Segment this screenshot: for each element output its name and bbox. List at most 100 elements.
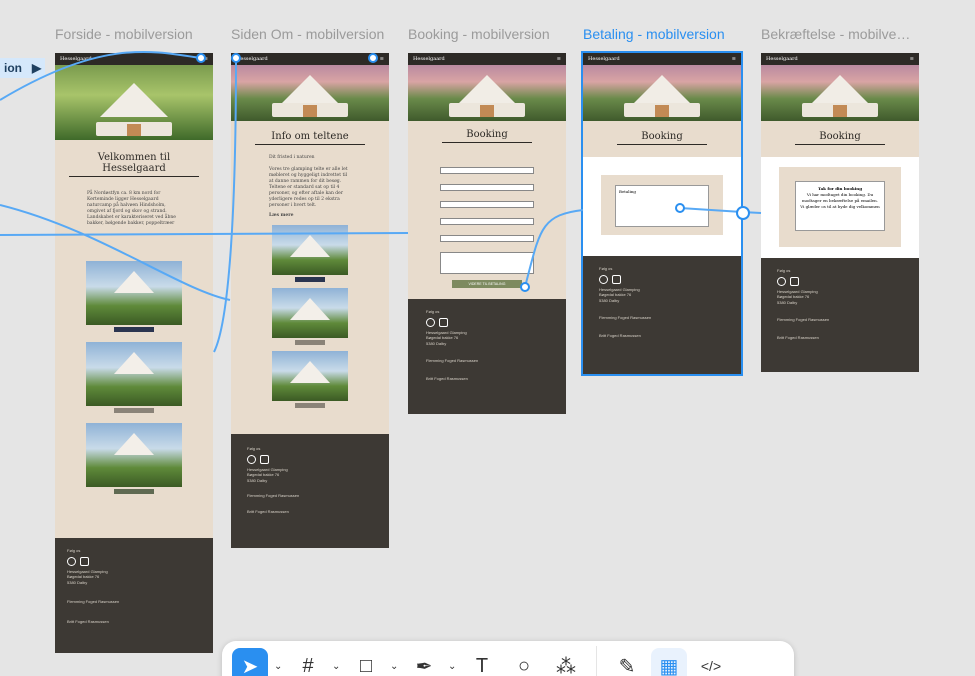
toolbar-divider xyxy=(596,646,597,676)
footer-person1: Flemming Foged Rasmussen xyxy=(426,358,479,363)
confirm-text: Vi har modtaget din booking. Du modtager… xyxy=(800,192,880,209)
footer-person1: Flemming Foged Rasmussen xyxy=(67,599,120,604)
facebook-icon[interactable] xyxy=(247,454,256,464)
menu-icon: ≡ xyxy=(909,56,914,62)
shape-tool-icon[interactable]: □ xyxy=(348,648,384,676)
footer-person2: Britt Foged Rasmussen xyxy=(599,332,641,338)
instagram-icon[interactable] xyxy=(612,274,621,284)
nav-bar: Hesselgaard≡ xyxy=(408,53,566,65)
tent-image-2 xyxy=(272,288,348,338)
frame-title-om[interactable]: Siden Om - mobilversion xyxy=(231,26,387,42)
confirm-box: Tak for din booking Vi har modtaget din … xyxy=(779,167,901,247)
payment-card[interactable]: Betaling xyxy=(615,185,709,227)
footer-person2: Britt Foged Rasmussen xyxy=(247,508,289,514)
chevron-down-icon[interactable]: ⌄ xyxy=(448,661,458,672)
move-tool-icon[interactable]: ➤ xyxy=(232,648,268,676)
menu-icon: ≡ xyxy=(556,56,561,62)
footer: Følg os Hesselgaard Glamping Bøgedal bak… xyxy=(761,258,919,372)
frame-title-forside[interactable]: Forside - mobilversion xyxy=(55,26,211,42)
form-field-4[interactable] xyxy=(440,218,534,225)
frame-title-bekraeftelse[interactable]: Bekræftelse - mobilversion xyxy=(761,26,911,42)
logo: Hesselgaard xyxy=(766,56,798,62)
comment-tool-icon[interactable]: ○ xyxy=(506,648,542,676)
heading-band: Booking xyxy=(583,121,741,157)
facebook-icon[interactable] xyxy=(777,276,786,286)
footer: Følg os Hesselgaard Glamping Bøgedal bak… xyxy=(408,299,566,414)
frame-bekraeftelse[interactable]: Hesselgaard ≡ Booking Tak for din booking… xyxy=(761,53,919,372)
dev-mode-icon[interactable]: </> xyxy=(693,648,729,676)
connection-handle[interactable] xyxy=(736,206,750,220)
nav-bar: Hesselgaard ≡ xyxy=(761,53,919,65)
facebook-icon[interactable] xyxy=(67,556,76,566)
footer-person2: Britt Foged Rasmussen xyxy=(67,618,109,624)
frame-title-booking[interactable]: Booking - mobilversion xyxy=(408,26,564,42)
flow-tag-label: ion xyxy=(4,61,22,75)
footer: Følg os Hesselgaard Glamping Bøgedal bak… xyxy=(231,434,389,548)
draw-mode-icon[interactable]: ✎ xyxy=(609,648,645,676)
logo: Hesselgaard xyxy=(60,56,92,62)
facebook-icon[interactable] xyxy=(426,317,435,327)
frame-forside[interactable]: Hesselgaard≡ Velkommen til Hesselgaard P… xyxy=(55,53,213,653)
chevron-down-icon[interactable]: ⌄ xyxy=(390,661,400,672)
connection-handle[interactable] xyxy=(520,282,530,292)
instagram-icon[interactable] xyxy=(439,317,448,327)
nav-bar: Hesselgaard≡ xyxy=(583,53,741,65)
frame-title-betaling[interactable]: Betaling - mobilversion xyxy=(583,26,739,42)
footer-city: 5380 Dalby xyxy=(247,477,268,483)
pen-tool-icon[interactable]: ✒ xyxy=(406,648,442,676)
frame-booking[interactable]: Hesselgaard ≡ Booking VIDERE TIL BETALING… xyxy=(408,53,566,414)
page-heading: Velkommen til Hesselgaard xyxy=(69,152,199,177)
footer: Følg os Hesselgaard Glamping Bøgedal bak… xyxy=(583,256,741,374)
actions-tool-icon[interactable]: ⁂ xyxy=(548,648,584,676)
nav-bar: Hesselgaard≡ xyxy=(231,53,389,65)
tent-button-3[interactable] xyxy=(295,403,325,408)
info-text: Vores tre glamping telte er alle let møb… xyxy=(269,167,348,208)
connection-handle[interactable] xyxy=(675,203,685,213)
footer-city: 5380 Dalby xyxy=(426,340,447,346)
form-field-1[interactable] xyxy=(440,167,534,174)
facebook-icon[interactable] xyxy=(599,274,608,284)
hero-image xyxy=(761,65,919,121)
connection-handle[interactable] xyxy=(196,53,206,63)
see-more-button-2[interactable] xyxy=(114,408,154,413)
chevron-down-icon[interactable]: ⌄ xyxy=(332,661,342,672)
form-field-3[interactable] xyxy=(440,201,534,208)
footer-city: 5380 Dalby xyxy=(777,299,798,305)
connection-handle[interactable] xyxy=(368,53,378,63)
frame-betaling[interactable]: Hesselgaard ≡ Booking Betaling Følg os He… xyxy=(581,51,743,376)
form-field-2[interactable] xyxy=(440,184,534,191)
booking-form xyxy=(408,147,566,274)
see-more-button-1[interactable] xyxy=(114,327,154,332)
frame-tool-icon[interactable]: # xyxy=(290,648,326,676)
payment-box: Betaling xyxy=(601,175,723,235)
text-tool-icon[interactable]: T xyxy=(464,648,500,676)
instagram-icon[interactable] xyxy=(790,276,799,286)
footer-city: 5380 Dalby xyxy=(599,297,620,303)
page-heading: Booking xyxy=(795,131,885,145)
see-more-button-3[interactable] xyxy=(114,489,154,494)
heading-band: Booking xyxy=(761,121,919,157)
submit-button[interactable]: VIDERE TIL BETALING xyxy=(452,280,522,288)
form-field-5[interactable] xyxy=(440,235,534,242)
page-heading: Booking xyxy=(617,131,707,145)
play-icon[interactable]: ▶ xyxy=(32,61,41,75)
footer-follow: Følg os xyxy=(426,309,440,314)
instagram-icon[interactable] xyxy=(80,556,89,566)
page-heading: Info om teltene xyxy=(255,131,365,145)
read-more-link[interactable]: Læs mere xyxy=(231,213,389,219)
frame-om[interactable]: Hesselgaard ≡ Info om teltene Dit fristed… xyxy=(231,53,389,548)
design-mode-icon[interactable]: ▦ xyxy=(651,648,687,676)
hero-image xyxy=(583,65,741,121)
footer: Følg os Hesselgaard Glamping Bøgedal bak… xyxy=(55,538,213,653)
tent-image-3 xyxy=(86,423,182,487)
connection-handle[interactable] xyxy=(231,53,241,63)
chevron-down-icon[interactable]: ⌄ xyxy=(274,661,284,672)
footer-person2: Britt Foged Rasmussen xyxy=(777,334,819,340)
hero-image xyxy=(231,65,389,121)
tent-button-2[interactable] xyxy=(295,340,325,345)
prototype-flow-tag[interactable]: ion ▶ xyxy=(0,58,46,78)
tent-button-1[interactable] xyxy=(295,277,325,282)
instagram-icon[interactable] xyxy=(260,454,269,464)
menu-icon: ≡ xyxy=(379,56,384,62)
message-field[interactable] xyxy=(440,252,534,274)
